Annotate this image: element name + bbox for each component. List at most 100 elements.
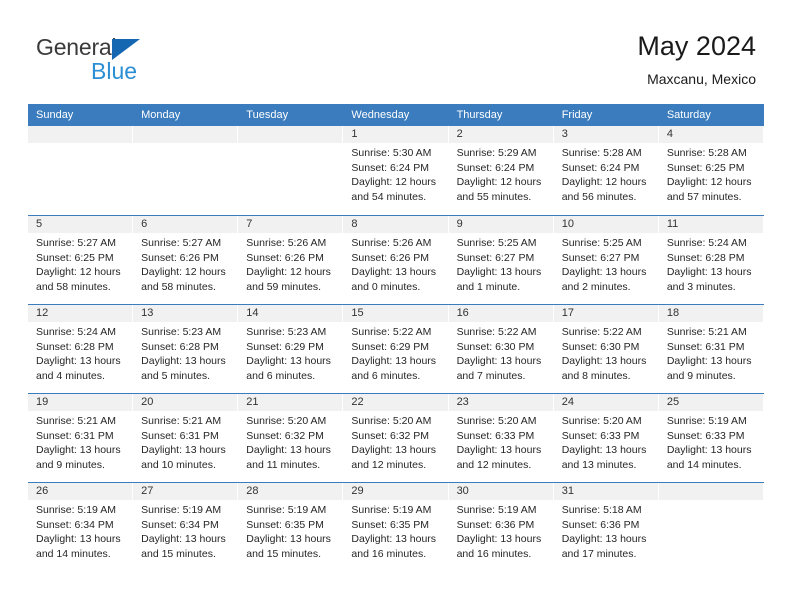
day-detail-line: Sunset: 6:35 PM	[246, 518, 324, 531]
weekday-header-wednesday: Wednesday	[351, 109, 410, 121]
day-detail-line: Sunset: 6:24 PM	[561, 161, 640, 174]
day-cell[interactable]: 12 Sunrise: 5:24 AM Sunset: 6:28 PM Dayligh…	[28, 305, 134, 393]
day-details: Sunrise: 5:25 AM Sunset: 6:27 PM Daylight:…	[554, 233, 659, 294]
day-detail-line: Daylight: 13 hours	[456, 444, 542, 456]
calendar-week-row: 26 Sunrise: 5:19 AM Sunset: 6:34 PM Dayligh…	[28, 482, 764, 571]
day-detail-line: Sunset: 6:27 PM	[561, 251, 640, 264]
day-detail-line: Sunrise: 5:19 AM	[456, 504, 537, 516]
day-number-strip: 27	[133, 483, 239, 500]
day-detail-line: Daylight: 13 hours	[561, 533, 647, 545]
day-number: 18	[666, 307, 680, 319]
day-detail-line: and 17 minutes.	[561, 547, 637, 560]
day-detail-line: Sunrise: 5:23 AM	[141, 326, 222, 338]
page-title: May 2024	[637, 31, 756, 61]
day-cell[interactable]: 3 Sunrise: 5:28 AM Sunset: 6:24 PM Daylight…	[553, 126, 659, 215]
day-cell[interactable]: 7 Sunrise: 5:26 AM Sunset: 6:26 PM Daylight…	[238, 216, 344, 304]
day-number-strip: 29	[343, 483, 449, 500]
day-number-strip: 31	[553, 483, 659, 500]
generalblue-logo[interactable]: General Blue	[36, 34, 216, 86]
day-detail-line: and 15 minutes.	[246, 547, 321, 560]
day-cell[interactable]: 14 Sunrise: 5:23 AM Sunset: 6:29 PM Dayligh…	[238, 305, 344, 393]
day-cell[interactable]: 23 Sunrise: 5:20 AM Sunset: 6:33 PM Dayligh…	[448, 394, 554, 482]
day-number-strip	[133, 126, 239, 143]
day-number-strip: 4	[658, 126, 764, 143]
day-details: Sunrise: 5:23 AM Sunset: 6:28 PM Daylight:…	[133, 322, 238, 383]
day-detail-line: Daylight: 12 hours	[246, 266, 331, 278]
day-detail-line: Sunset: 6:33 PM	[456, 429, 535, 442]
day-detail-line: and 59 minutes.	[246, 280, 321, 293]
day-cell[interactable]: 5 Sunrise: 5:27 AM Sunset: 6:25 PM Daylight…	[28, 216, 134, 304]
day-cell[interactable]: 19 Sunrise: 5:21 AM Sunset: 6:31 PM Dayligh…	[28, 394, 134, 482]
day-cell[interactable]: 10 Sunrise: 5:25 AM Sunset: 6:27 PM Dayligh…	[553, 216, 659, 304]
day-detail-line: and 15 minutes.	[141, 547, 216, 560]
logo-text-general: General	[36, 34, 117, 60]
day-detail-line: and 56 minutes.	[561, 190, 637, 203]
day-detail-line: Sunset: 6:35 PM	[351, 518, 430, 531]
weekday-header-tuesday: Tuesday	[246, 109, 289, 121]
day-cell[interactable]: 15 Sunrise: 5:22 AM Sunset: 6:29 PM Dayligh…	[343, 305, 449, 393]
day-detail-line: and 6 minutes.	[246, 369, 316, 382]
day-cell[interactable]: 24 Sunrise: 5:20 AM Sunset: 6:33 PM Dayligh…	[553, 394, 659, 482]
day-cell[interactable]: 30 Sunrise: 5:19 AM Sunset: 6:36 PM Dayligh…	[448, 483, 554, 571]
day-details: Sunrise: 5:29 AM Sunset: 6:24 PM Daylight:…	[449, 143, 554, 204]
day-number-strip: 28	[238, 483, 344, 500]
day-detail-line: Sunrise: 5:28 AM	[666, 147, 747, 159]
day-number-strip	[238, 126, 344, 143]
day-detail-line: and 9 minutes.	[666, 369, 736, 382]
day-number: 27	[141, 485, 154, 497]
day-number: 29	[351, 485, 364, 497]
day-cell[interactable]: 1 Sunrise: 5:30 AM Sunset: 6:24 PM Daylight…	[343, 126, 449, 215]
calendar-week-row: 19 Sunrise: 5:21 AM Sunset: 6:31 PM Dayligh…	[28, 393, 764, 482]
day-number-strip: 22	[343, 394, 449, 411]
day-detail-line: Daylight: 12 hours	[36, 266, 121, 278]
day-cell[interactable]: 6 Sunrise: 5:27 AM Sunset: 6:26 PM Daylight…	[133, 216, 239, 304]
day-cell[interactable]: 4 Sunrise: 5:28 AM Sunset: 6:25 PM Daylight…	[658, 126, 764, 215]
day-detail-line: Sunset: 6:25 PM	[36, 251, 114, 264]
day-cell[interactable]: 29 Sunrise: 5:19 AM Sunset: 6:35 PM Dayligh…	[343, 483, 449, 571]
day-detail-line: Sunset: 6:27 PM	[456, 251, 535, 264]
day-detail-line: and 2 minutes.	[561, 280, 631, 293]
day-details: Sunrise: 5:19 AM Sunset: 6:33 PM Daylight:…	[659, 411, 764, 472]
day-detail-line: Daylight: 13 hours	[666, 355, 752, 367]
day-cell-empty	[28, 126, 134, 215]
weekday-header-row: Sunday Monday Tuesday Wednesday Thursday Frid…	[28, 104, 764, 126]
day-number: 16	[456, 307, 469, 319]
day-details: Sunrise: 5:26 AM Sunset: 6:26 PM Daylight:…	[238, 233, 343, 294]
day-cell[interactable]: 28 Sunrise: 5:19 AM Sunset: 6:35 PM Dayligh…	[238, 483, 344, 571]
day-cell[interactable]: 25 Sunrise: 5:19 AM Sunset: 6:33 PM Dayligh…	[658, 394, 764, 482]
day-cell[interactable]: 22 Sunrise: 5:20 AM Sunset: 6:32 PM Dayligh…	[343, 394, 449, 482]
day-detail-line: Daylight: 13 hours	[456, 533, 542, 545]
day-number: 8	[351, 218, 358, 230]
day-cell[interactable]: 20 Sunrise: 5:21 AM Sunset: 6:31 PM Dayligh…	[133, 394, 239, 482]
day-number-strip: 14	[238, 305, 344, 322]
day-cell[interactable]: 16 Sunrise: 5:22 AM Sunset: 6:30 PM Dayligh…	[448, 305, 554, 393]
day-detail-line: Sunrise: 5:25 AM	[456, 237, 537, 249]
day-cell[interactable]: 9 Sunrise: 5:25 AM Sunset: 6:27 PM Daylight…	[448, 216, 554, 304]
day-detail-line: and 16 minutes.	[456, 547, 532, 560]
day-number-strip: 9	[448, 216, 554, 233]
day-details	[659, 500, 764, 503]
day-cell[interactable]: 11 Sunrise: 5:24 AM Sunset: 6:28 PM Dayligh…	[658, 216, 764, 304]
day-detail-line: Daylight: 13 hours	[36, 444, 121, 456]
day-number: 15	[351, 307, 364, 319]
day-cell[interactable]: 21 Sunrise: 5:20 AM Sunset: 6:32 PM Dayligh…	[238, 394, 344, 482]
day-cell[interactable]: 18 Sunrise: 5:21 AM Sunset: 6:31 PM Dayligh…	[658, 305, 764, 393]
day-cell[interactable]: 8 Sunrise: 5:26 AM Sunset: 6:26 PM Daylight…	[343, 216, 449, 304]
day-detail-line: Sunrise: 5:19 AM	[141, 504, 222, 516]
day-number: 19	[36, 396, 49, 408]
day-cell[interactable]: 26 Sunrise: 5:19 AM Sunset: 6:34 PM Dayligh…	[28, 483, 134, 571]
day-detail-line: Sunrise: 5:29 AM	[456, 147, 537, 159]
day-detail-line: Daylight: 13 hours	[246, 355, 331, 367]
day-cell[interactable]: 27 Sunrise: 5:19 AM Sunset: 6:34 PM Dayligh…	[133, 483, 239, 571]
day-details: Sunrise: 5:20 AM Sunset: 6:33 PM Daylight:…	[554, 411, 659, 472]
day-detail-line: Sunrise: 5:22 AM	[561, 326, 642, 338]
day-number: 7	[246, 218, 253, 230]
day-number: 28	[246, 485, 259, 497]
day-cell[interactable]: 2 Sunrise: 5:29 AM Sunset: 6:24 PM Daylight…	[448, 126, 554, 215]
day-number: 3	[561, 128, 568, 140]
day-cell[interactable]: 17 Sunrise: 5:22 AM Sunset: 6:30 PM Dayligh…	[553, 305, 659, 393]
day-detail-line: Sunset: 6:34 PM	[36, 518, 114, 531]
day-details: Sunrise: 5:30 AM Sunset: 6:24 PM Daylight:…	[343, 143, 448, 204]
day-cell[interactable]: 13 Sunrise: 5:23 AM Sunset: 6:28 PM Dayligh…	[133, 305, 239, 393]
day-cell[interactable]: 31 Sunrise: 5:18 AM Sunset: 6:36 PM Dayligh…	[553, 483, 659, 571]
